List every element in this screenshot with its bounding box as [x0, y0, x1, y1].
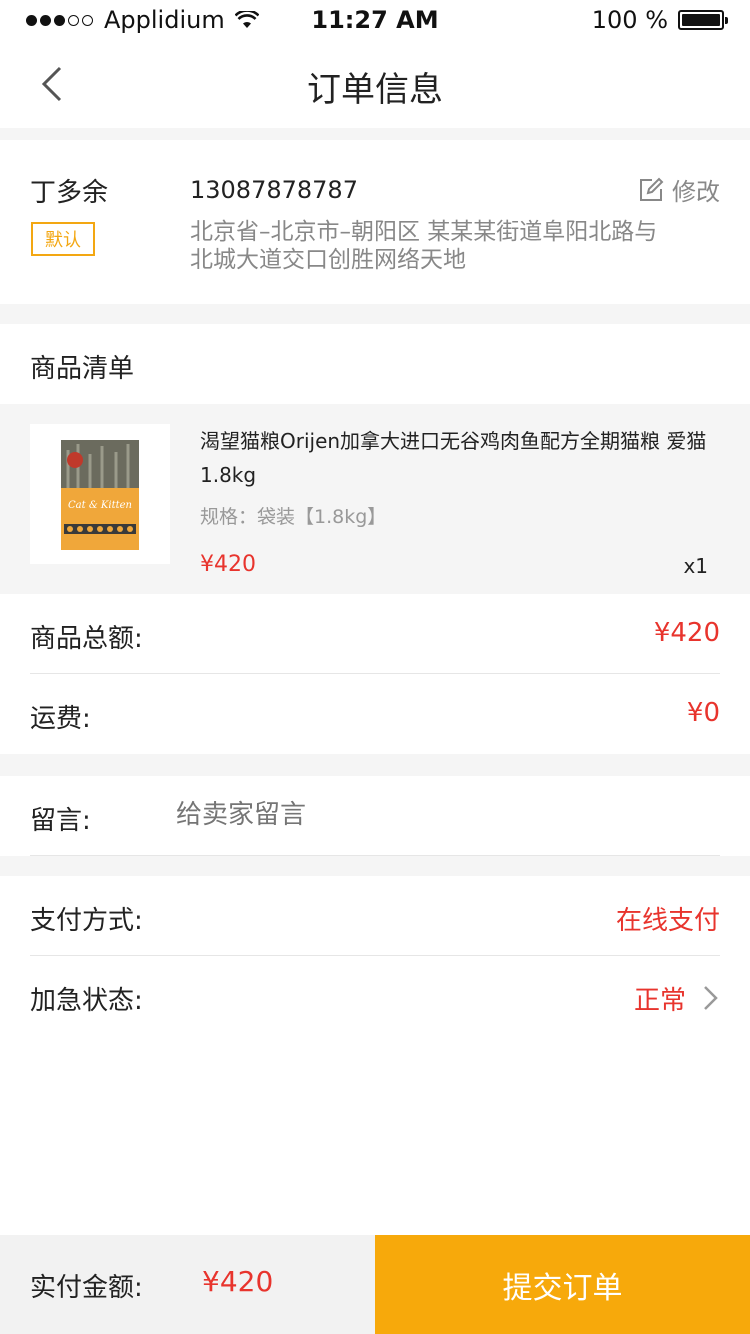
empty-area: [0, 1035, 750, 1235]
shipping-value: ¥0: [686, 698, 720, 728]
battery-percent: 100 %: [591, 6, 668, 34]
payment-method-row[interactable]: 支付方式: 在线支付: [0, 876, 750, 956]
shipping-label: 运费:: [30, 704, 91, 734]
product-quantity: x1: [683, 554, 708, 578]
product-spec: 规格：袋装【1.8kg】: [200, 506, 387, 528]
default-badge: 默认: [31, 222, 95, 256]
goods-header: 商品清单: [0, 324, 750, 404]
address-detail: 北京省–北京市–朝阳区 某某某街道阜阳北路与北城大道交口创胜网络天地: [190, 219, 658, 273]
message-label: 留言:: [30, 806, 91, 836]
divider: [30, 855, 720, 856]
goods-item[interactable]: Cat & Kitten 渴望猫粮Orijen加拿大进口无谷鸡肉鱼配方全期猫粮 …: [0, 404, 750, 594]
product-thumbnail: Cat & Kitten: [30, 424, 170, 564]
chevron-right-icon: [704, 986, 718, 1010]
shipping-row: 运费: ¥0: [0, 674, 750, 754]
urgent-status-label: 加急状态:: [30, 986, 143, 1016]
payment-method-label: 支付方式:: [30, 906, 143, 936]
goods-total-row: 商品总额: ¥420: [0, 594, 750, 674]
urgent-status-value: 正常: [633, 986, 686, 1016]
payment-method-value: 在线支付: [615, 906, 720, 936]
product-thumb-text: Cat & Kitten: [68, 500, 132, 511]
page-title: 订单信息: [307, 70, 443, 110]
message-input[interactable]: [176, 800, 716, 830]
product-title: 渴望猫粮Orijen加拿大进口无谷鸡肉鱼配方全期猫粮 爱猫1.8kg: [200, 429, 707, 487]
payment-summary: 实付金额: ¥420: [0, 1235, 375, 1334]
status-bar: Applidium 11:27 AM 100 %: [0, 0, 750, 40]
product-image: Cat & Kitten: [61, 440, 139, 550]
message-row: 留言:: [0, 776, 750, 856]
paid-amount-label: 实付金额:: [30, 1273, 143, 1303]
submit-order-button[interactable]: 提交订单: [375, 1235, 750, 1334]
urgent-status-row[interactable]: 加急状态: 正常: [0, 956, 750, 1036]
bottom-bar: 实付金额: ¥420 提交订单: [0, 1235, 750, 1334]
goods-total-value: ¥420: [653, 618, 720, 648]
address-card[interactable]: 丁多余 13087878787 修改 默认 北京省–北京市–朝阳区 某某某街道阜…: [0, 140, 750, 304]
status-right: 100 %: [591, 6, 728, 34]
recipient-name: 丁多余: [30, 178, 109, 208]
paid-amount-value: ¥420: [202, 1265, 274, 1298]
product-price: ¥420: [200, 552, 256, 577]
recipient-phone: 13087878787: [190, 176, 358, 204]
goods-header-label: 商品清单: [30, 354, 135, 384]
battery-icon: [678, 10, 728, 30]
edit-label: 修改: [672, 178, 720, 206]
goods-total-label: 商品总额:: [30, 624, 143, 654]
edit-icon: [640, 177, 664, 201]
edit-address-button[interactable]: 修改: [638, 172, 720, 207]
nav-bar: 订单信息: [0, 40, 750, 128]
